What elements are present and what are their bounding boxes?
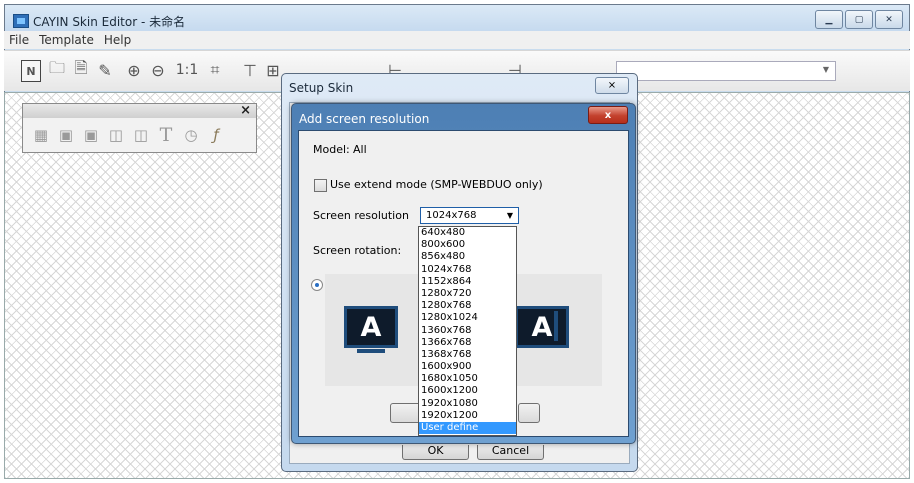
resolution-option[interactable]: 1368x768: [419, 349, 516, 361]
clock-icon[interactable]: ◷: [181, 125, 201, 145]
resolution-option[interactable]: 1600x1200: [419, 385, 516, 397]
flash-icon[interactable]: ƒ: [206, 125, 226, 145]
add-resolution-title: Add screen resolution: [299, 112, 430, 126]
zoom-out-icon[interactable]: ⊖: [147, 59, 169, 81]
text-icon[interactable]: T: [156, 124, 176, 146]
rotation-label: Screen rotation:: [313, 244, 402, 257]
app-icon: [13, 14, 29, 28]
resolution-option[interactable]: 1920x1080: [419, 398, 516, 410]
zoom-in-icon[interactable]: ⊕: [123, 59, 145, 81]
pencil-icon[interactable]: ✎: [94, 59, 116, 81]
actual-size-button[interactable]: 1:1: [174, 59, 200, 81]
setup-skin-close-button[interactable]: ⨯: [595, 77, 629, 94]
landscape-monitor-icon: A: [344, 306, 398, 348]
resolution-label: Screen resolution: [313, 209, 409, 222]
resolution-option[interactable]: 1280x768: [419, 300, 516, 312]
add-resolution-close-button[interactable]: x: [588, 106, 628, 124]
chevron-down-icon: ▼: [506, 211, 513, 220]
image-icon[interactable]: ▦: [31, 125, 51, 145]
resolution-select[interactable]: 1024x768 ▼: [420, 207, 519, 224]
resolution-option[interactable]: 1280x1024: [419, 312, 516, 324]
menu-file[interactable]: File: [4, 33, 34, 47]
palette-close-button[interactable]: ×: [240, 103, 251, 118]
resolution-option[interactable]: 800x600: [419, 239, 516, 251]
ok-button[interactable]: OK: [402, 445, 469, 460]
menu-template[interactable]: Template: [34, 33, 99, 47]
new-button[interactable]: N: [21, 60, 41, 82]
resolution-option[interactable]: 1920x1200: [419, 410, 516, 422]
resolution-option[interactable]: 1024x768: [419, 264, 516, 276]
toolbar-dropdown[interactable]: ▼: [616, 61, 836, 81]
window-title: CAYIN Skin Editor - 未命名: [33, 15, 186, 29]
tool-palette: × ▦ ▣ ▣ ◫ ◫ T ◷ ƒ: [22, 103, 257, 153]
rotation-radio-landscape[interactable]: [311, 279, 323, 291]
resolution-option[interactable]: 1680x1050: [419, 373, 516, 385]
minimize-button[interactable]: ▁: [815, 10, 843, 29]
cancel-button[interactable]: Cancel: [477, 445, 544, 460]
menu-bar: File Template Help: [4, 31, 910, 49]
resolution-select-value: 1024x768: [426, 210, 477, 221]
resolution-option[interactable]: 1600x900: [419, 361, 516, 373]
monitor-stand: [357, 349, 385, 353]
fit-icon[interactable]: ⌗: [204, 59, 226, 81]
palette-header: ×: [23, 103, 256, 118]
resolution-option[interactable]: 640x480: [419, 227, 516, 239]
resolution-option[interactable]: 1360x768: [419, 325, 516, 337]
maximize-button[interactable]: ▢: [845, 10, 873, 29]
resolution-option[interactable]: 1280x720: [419, 288, 516, 300]
open-folder-icon[interactable]: 🗀: [46, 58, 68, 81]
chevron-down-icon: ▼: [822, 65, 829, 74]
dialog-cancel-button[interactable]: [518, 403, 540, 423]
portrait-monitor-icon: A: [515, 306, 569, 348]
monitor-stand-side: [554, 311, 558, 341]
layer-icon-2[interactable]: ◫: [131, 125, 151, 145]
setup-skin-title: Setup Skin: [289, 81, 354, 95]
video-icon-1[interactable]: ▣: [56, 125, 76, 145]
resolution-dropdown-list: 640x480 800x600 856x480 1024x768 1152x864 128…: [418, 226, 517, 436]
menu-help[interactable]: Help: [99, 33, 136, 47]
save-icon[interactable]: 🗎: [70, 58, 92, 81]
video-icon-2[interactable]: ▣: [81, 125, 101, 145]
align-top-icon[interactable]: ⊤: [239, 59, 261, 81]
resolution-option[interactable]: 856x480: [419, 251, 516, 263]
extend-mode-label: Use extend mode (SMP-WEBDUO only): [330, 178, 543, 191]
model-value: All: [353, 143, 367, 156]
close-button[interactable]: ✕: [875, 10, 903, 29]
layer-icon-1[interactable]: ◫: [106, 125, 126, 145]
extend-mode-checkbox[interactable]: [314, 179, 327, 192]
window-controls: ▁ ▢ ✕: [815, 10, 903, 29]
resolution-option[interactable]: User define: [419, 422, 516, 435]
resolution-option[interactable]: 1366x768: [419, 337, 516, 349]
model-label: Model:: [313, 143, 350, 156]
resolution-option[interactable]: 1152x864: [419, 276, 516, 288]
